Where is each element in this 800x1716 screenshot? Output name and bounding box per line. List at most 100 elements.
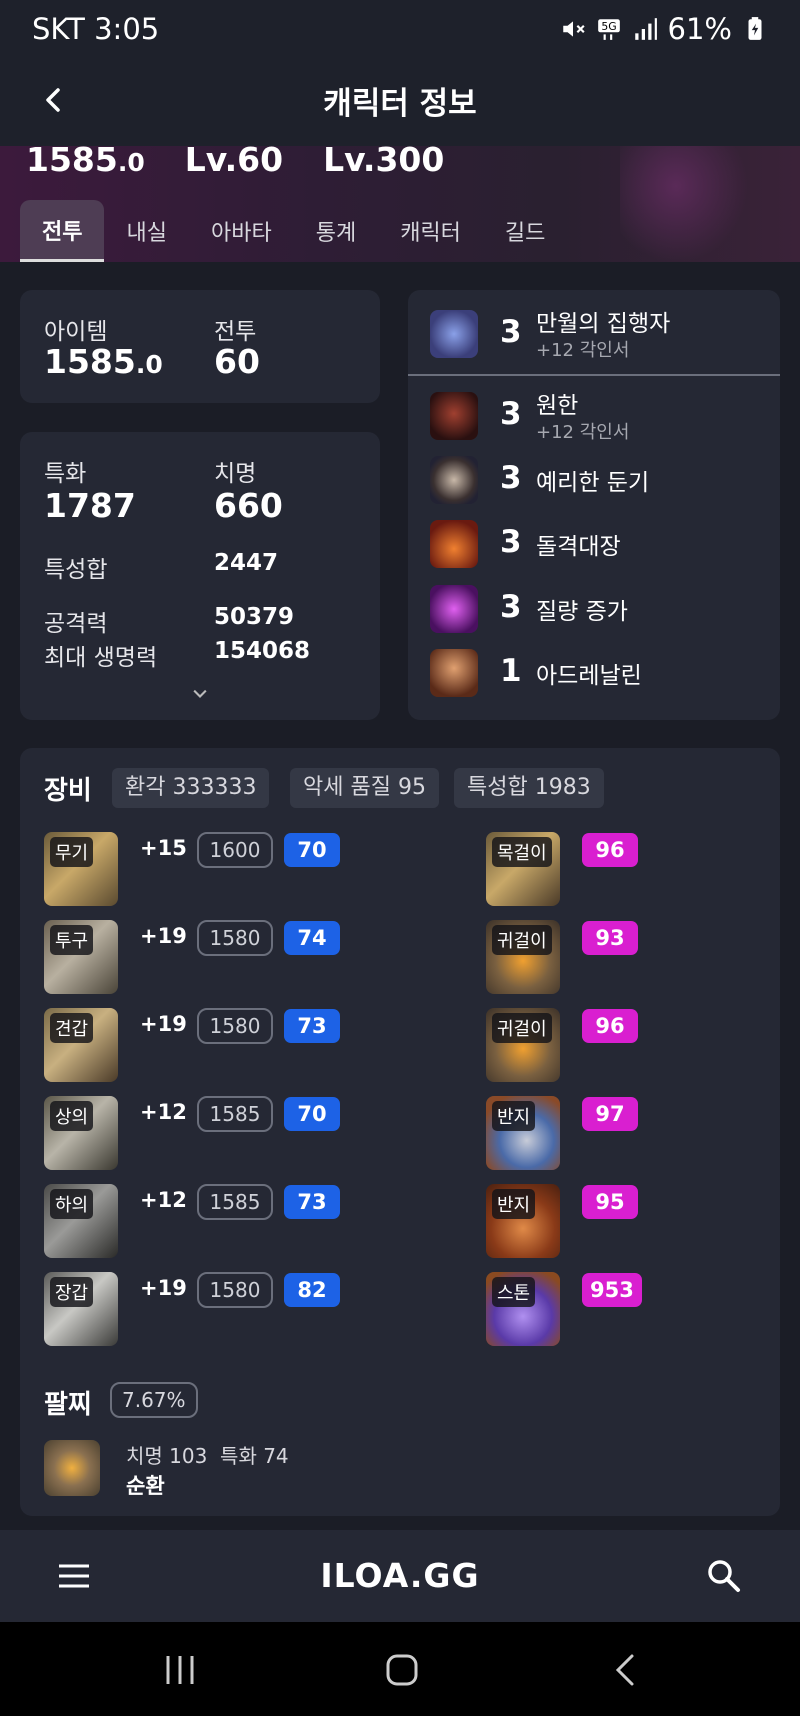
- grudge-icon: [430, 392, 478, 440]
- pants-icon: 하의: [44, 1184, 118, 1258]
- quality-badge: 70: [284, 833, 340, 867]
- gear-row[interactable]: 장갑 +19 1580 82: [44, 1272, 374, 1348]
- stat-total-value: 2447: [214, 550, 279, 576]
- crit-value: 660: [214, 486, 283, 525]
- bracelet-title: 팔찌: [44, 1390, 92, 1420]
- shoulder-icon: 견갑: [44, 1008, 118, 1082]
- gear-row[interactable]: 하의 +12 1585 73: [44, 1184, 374, 1260]
- equipment-card: 장비 환각 333333 악세 품질 95 특성합 1983 무기 +15 16…: [20, 748, 780, 1516]
- spec-value: 1787: [44, 486, 136, 525]
- gear-row[interactable]: 무기 +15 1600 70: [44, 832, 374, 908]
- bracelet-stats: 치명 103 특화 74: [126, 1444, 289, 1468]
- hero-combat-level: Lv.60: [184, 146, 284, 179]
- accessory-row[interactable]: 귀걸이 96: [486, 1008, 666, 1084]
- tab-character[interactable]: 캐릭터: [378, 200, 483, 262]
- weapon-icon: 무기: [44, 832, 118, 906]
- status-icons: 5G 61%: [560, 12, 768, 46]
- necklace-icon: 목걸이: [486, 832, 560, 906]
- character-hero: 1585.0 Lv.60 Lv.300 전투 내실 아바타 통계 캐릭터 길드: [0, 146, 800, 262]
- keen-blunt-icon: [430, 456, 478, 504]
- quality-badge: 73: [284, 1185, 340, 1219]
- max-hp-value: 154068: [214, 638, 311, 664]
- chest-icon: 상의: [44, 1096, 118, 1170]
- quality-badge: 95: [582, 1185, 638, 1219]
- hero-background-art: [620, 146, 760, 262]
- spec-label: 특화: [44, 461, 87, 487]
- quality-badge: 97: [582, 1097, 638, 1131]
- gloves-icon: 장갑: [44, 1272, 118, 1346]
- accessory-stat-total-chip: 특성합 1983: [454, 768, 604, 808]
- bracelet-percent-chip: 7.67%: [110, 1382, 198, 1418]
- item-level-label: 아이템: [44, 319, 108, 345]
- accessory-quality-chip: 악세 품질 95: [290, 768, 439, 808]
- gear-row[interactable]: 견갑 +19 1580 73: [44, 1008, 374, 1084]
- battery-percent: 61%: [667, 12, 732, 46]
- engraving-row[interactable]: 3 돌격대장: [408, 514, 780, 574]
- earring-icon: 귀걸이: [486, 920, 560, 994]
- hero-item-level: 1585.0: [26, 146, 145, 179]
- divider: [408, 374, 780, 376]
- accessory-row[interactable]: 반지 95: [486, 1184, 666, 1260]
- quality-badge: 73: [284, 1009, 340, 1043]
- stats-card: 특화 1787 치명 660 특성합 2447 공격력 50379 최대 생명력…: [20, 432, 380, 720]
- item-level-value: 1585.0: [44, 342, 163, 381]
- system-back-icon[interactable]: [606, 1650, 646, 1690]
- engraving-row[interactable]: 3 만월의 집행자 +12 각인서: [408, 304, 780, 364]
- quality-badge: 70: [284, 1097, 340, 1131]
- raid-captain-icon: [430, 520, 478, 568]
- elixir-chip: 환각 333333: [112, 768, 270, 808]
- accessory-row[interactable]: 스톤 953: [486, 1272, 666, 1348]
- tab-domestic[interactable]: 내실: [104, 200, 188, 262]
- system-nav-bar: [0, 1622, 800, 1716]
- quality-badge: 82: [284, 1273, 340, 1307]
- quality-badge: 96: [582, 833, 638, 867]
- accessory-row[interactable]: 반지 97: [486, 1096, 666, 1172]
- tab-combat[interactable]: 전투: [20, 200, 105, 262]
- ring-icon: 반지: [486, 1096, 560, 1170]
- bracelet-effect: 순환: [126, 1474, 165, 1498]
- 5g-icon: 5G: [597, 19, 620, 40]
- svg-text:5G: 5G: [601, 20, 616, 33]
- bottom-nav: ILOA.GG: [0, 1530, 800, 1622]
- tab-statistics[interactable]: 통계: [294, 200, 378, 262]
- battery-icon: [748, 17, 762, 40]
- engraving-row[interactable]: 1 아드레날린: [408, 643, 780, 703]
- mute-icon: [562, 21, 585, 37]
- accessory-row[interactable]: 귀걸이 93: [486, 920, 666, 996]
- tab-guild[interactable]: 길드: [483, 200, 567, 262]
- level-summary-card: 아이템 1585.0 전투 60: [20, 290, 380, 403]
- combat-level-label: 전투: [214, 319, 257, 345]
- stat-total-label: 특성합: [44, 557, 108, 583]
- gear-row[interactable]: 투구 +19 1580 74: [44, 920, 374, 996]
- max-hp-label: 최대 생명력: [44, 645, 158, 671]
- engraving-row[interactable]: 3 예리한 둔기: [408, 450, 780, 510]
- gear-row[interactable]: 상의 +12 1585 70: [44, 1096, 374, 1172]
- crit-label: 치명: [214, 461, 257, 487]
- app-header: 캐릭터 정보: [0, 60, 800, 146]
- quality-badge: 953: [582, 1273, 642, 1307]
- attack-label: 공격력: [44, 611, 108, 637]
- mass-increase-icon: [430, 585, 478, 633]
- tab-bar: 전투 내실 아바타 통계 캐릭터 길드: [20, 200, 567, 262]
- ability-stone-icon: 스톤: [486, 1272, 560, 1346]
- engraving-row[interactable]: 3 질량 증가: [408, 579, 780, 639]
- earring-icon: 귀걸이: [486, 1008, 560, 1082]
- engraving-row[interactable]: 3 원한 +12 각인서: [408, 386, 780, 446]
- quality-badge: 93: [582, 921, 638, 955]
- hero-expedition-level: Lv.300: [323, 146, 445, 179]
- home-icon[interactable]: [382, 1650, 422, 1690]
- engravings-card: 3 만월의 집행자 +12 각인서 3 원한 +12 각인서 3 예리한 둔기 …: [408, 290, 780, 720]
- hero-stats: 1585.0 Lv.60 Lv.300: [26, 146, 444, 179]
- attack-value: 50379: [214, 604, 295, 630]
- accessory-row[interactable]: 목걸이 96: [486, 832, 666, 908]
- recent-apps-icon[interactable]: [160, 1650, 200, 1690]
- status-bar: SKT 3:05 5G 61%: [0, 0, 800, 60]
- tab-avatar[interactable]: 아바타: [189, 200, 294, 262]
- page-title: 캐릭터 정보: [323, 86, 477, 122]
- expand-chevron-icon[interactable]: [190, 684, 210, 704]
- bracelet-icon[interactable]: [44, 1440, 100, 1496]
- search-icon[interactable]: [706, 1558, 742, 1594]
- adrenaline-icon: [430, 649, 478, 697]
- logo[interactable]: ILOA.GG: [0, 1556, 800, 1595]
- quality-badge: 74: [284, 921, 340, 955]
